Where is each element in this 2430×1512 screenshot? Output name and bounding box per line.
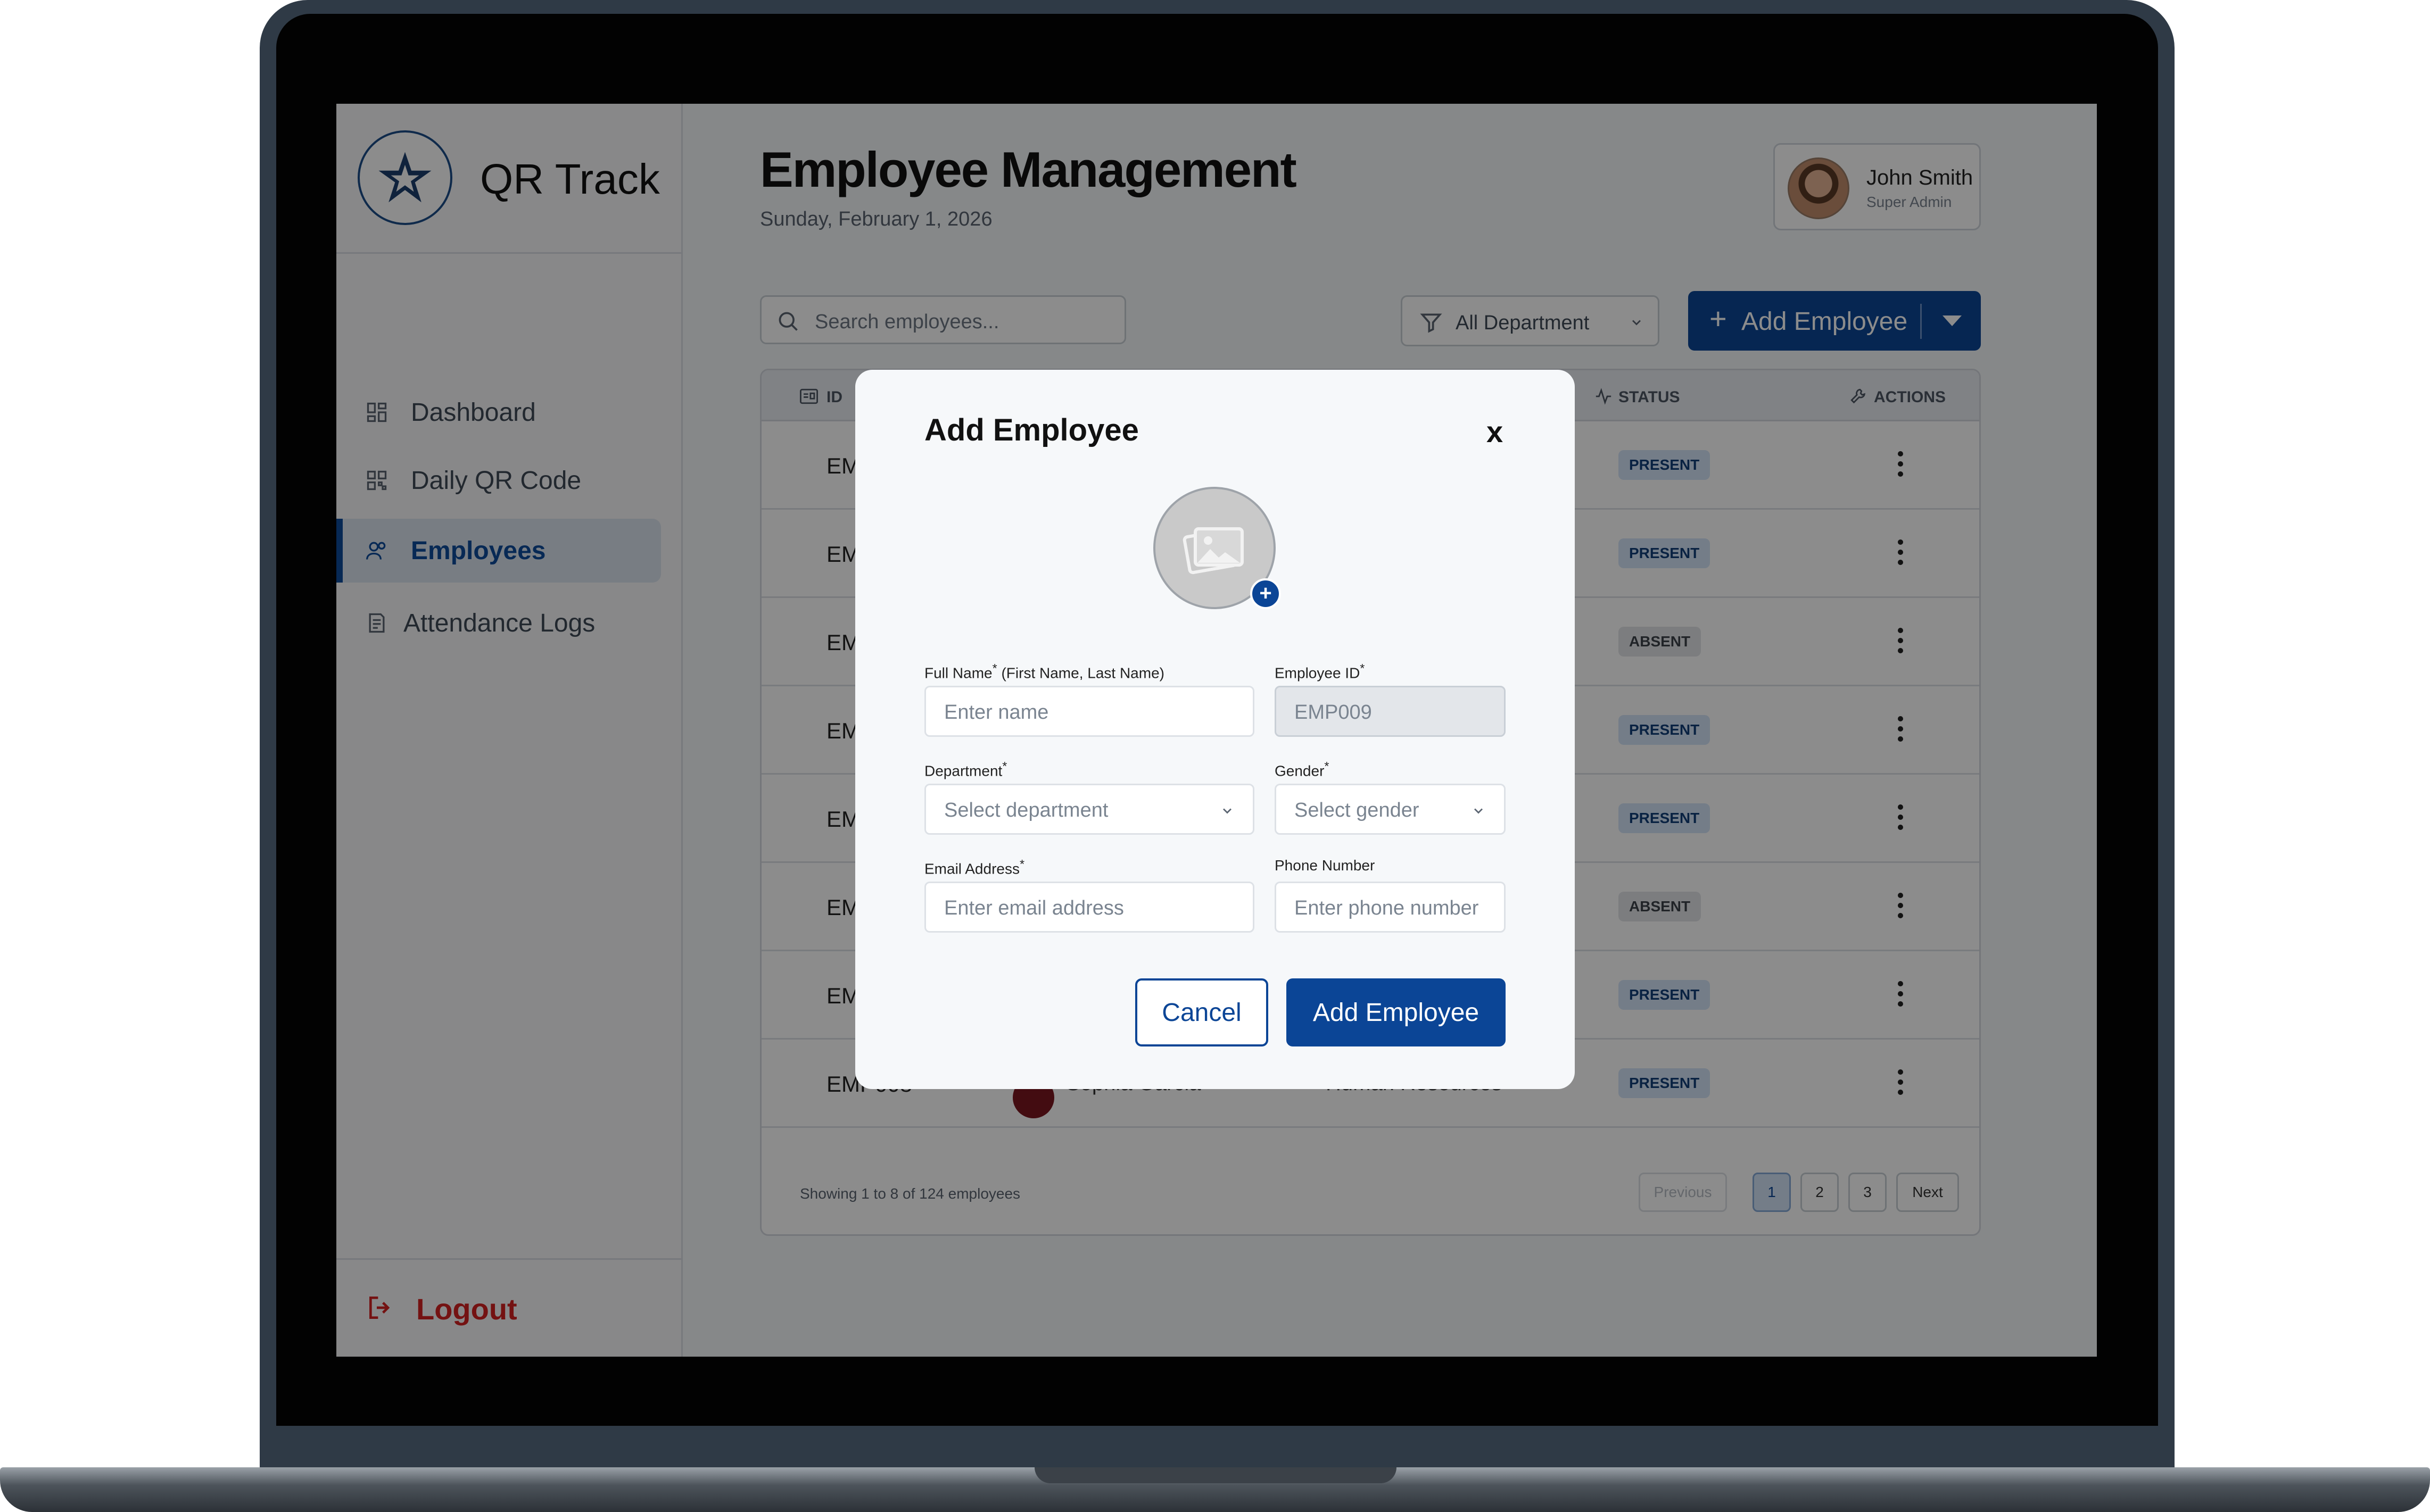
email-field[interactable]: Enter email address [924,882,1254,933]
department-label-text: Department [924,762,1003,779]
chevron-down-icon [1474,808,1483,814]
department-placeholder: Select department [944,799,1109,821]
app-screen: QR Track Dashboard Daily QR Code Employe… [336,104,2097,1357]
modal-title: Add Employee [924,413,1139,447]
employee-id-label: Employee ID* [1275,661,1365,682]
phone-field[interactable]: Enter phone number [1275,882,1506,933]
email-placeholder: Enter email address [944,897,1124,919]
required-mark: * [1002,759,1007,773]
employee-id-value: EMP009 [1294,701,1372,724]
image-icon [1183,527,1244,575]
close-icon[interactable]: x [1486,414,1503,449]
chevron-down-icon [1223,808,1231,814]
required-mark: * [992,661,997,675]
department-select[interactable]: Select department [924,784,1254,835]
full-name-placeholder: Enter name [944,701,1049,724]
email-label-text: Email Address [924,860,1020,877]
department-label: Department* [924,759,1007,779]
full-name-label-text: Full Name [924,664,993,682]
phone-label: Phone Number [1275,857,1375,874]
submit-add-employee-button[interactable]: Add Employee [1286,978,1506,1046]
gender-placeholder: Select gender [1294,799,1419,821]
laptop-notch [1035,1467,1396,1483]
employee-id-label-text: Employee ID [1275,664,1360,682]
phone-placeholder: Enter phone number [1294,897,1479,919]
email-label: Email Address* [924,857,1024,877]
add-employee-modal: Add Employee x + Full Name* (First Name,… [855,370,1575,1089]
cancel-button[interactable]: Cancel [1135,978,1268,1046]
required-mark: * [1324,759,1329,773]
gender-label: Gender* [1275,759,1329,779]
gender-label-text: Gender [1275,762,1325,779]
full-name-field[interactable]: Enter name [924,686,1254,737]
full-name-label: Full Name* (First Name, Last Name) [924,661,1164,682]
required-mark: * [1360,661,1365,675]
add-photo-button[interactable]: + [1250,578,1281,609]
full-name-hint: (First Name, Last Name) [1001,664,1164,682]
employee-id-field: EMP009 [1275,686,1506,737]
required-mark: * [1019,857,1025,871]
gender-select[interactable]: Select gender [1275,784,1506,835]
